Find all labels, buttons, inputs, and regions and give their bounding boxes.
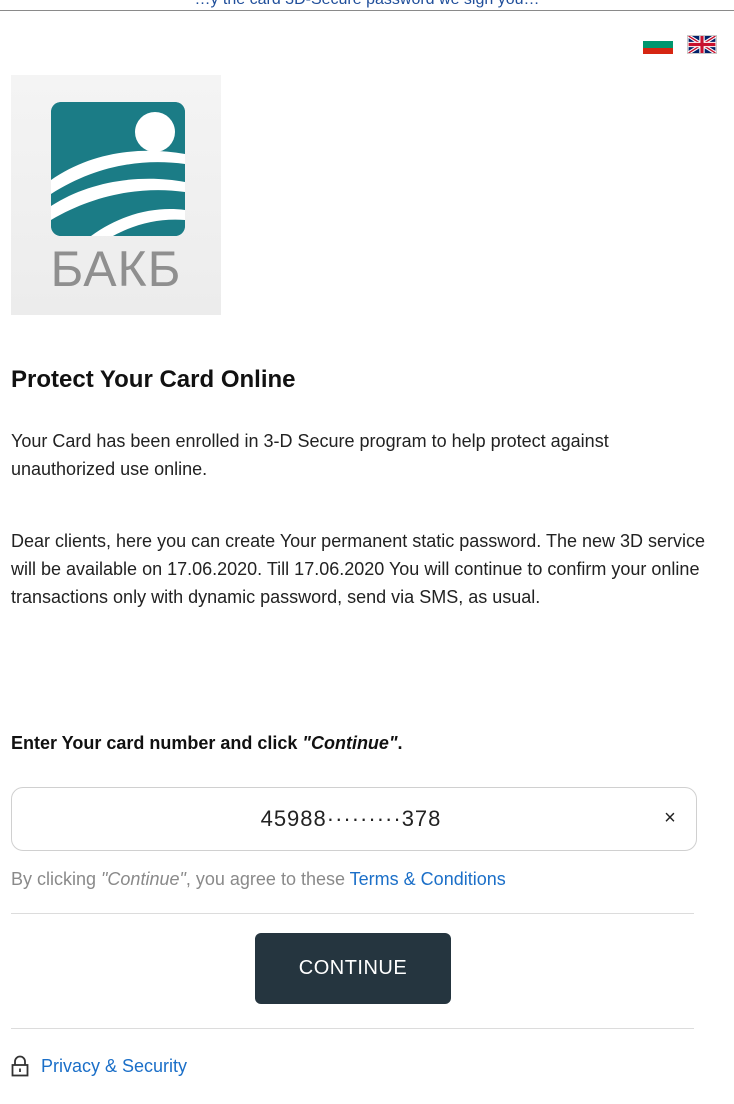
page-title: Protect Your Card Online [11, 366, 296, 393]
top-header-text: …y the card 3D-Secure password we sign y… [0, 0, 734, 9]
privacy-security-label: Privacy & Security [41, 1055, 188, 1076]
card-number-input[interactable] [12, 788, 652, 850]
privacy-security-link[interactable]: Privacy & Security [11, 1055, 187, 1077]
bank-logo-emblem-icon [51, 102, 185, 236]
top-header-strip: …y the card 3D-Secure password we sign y… [0, 0, 734, 11]
terms-conditions-link[interactable]: Terms & Conditions [350, 869, 506, 889]
lock-icon [11, 1055, 29, 1077]
terms-emphasis: "Continue" [101, 869, 186, 889]
divider-bottom [11, 1028, 694, 1029]
continue-button[interactable]: CONTINUE [255, 933, 451, 1004]
terms-notice: By clicking "Continue", you agree to the… [11, 869, 506, 889]
divider-top [11, 913, 694, 914]
clear-input-icon[interactable]: × [658, 806, 682, 830]
language-selector [643, 35, 717, 54]
bulgarian-flag-icon[interactable] [643, 35, 673, 54]
instruction-emphasis: "Continue" [302, 733, 398, 753]
bank-logo-text: БАКБ [50, 241, 182, 297]
enrollment-info-text: Your Card has been enrolled in 3-D Secur… [11, 431, 609, 479]
service-notice-text: Dear clients, here you can create Your p… [11, 531, 706, 607]
card-number-field: × [11, 787, 697, 851]
bank-logo: БАКБ [11, 75, 221, 315]
card-number-instruction: Enter Your card number and click "Contin… [11, 733, 403, 753]
uk-flag-icon[interactable] [687, 35, 717, 54]
